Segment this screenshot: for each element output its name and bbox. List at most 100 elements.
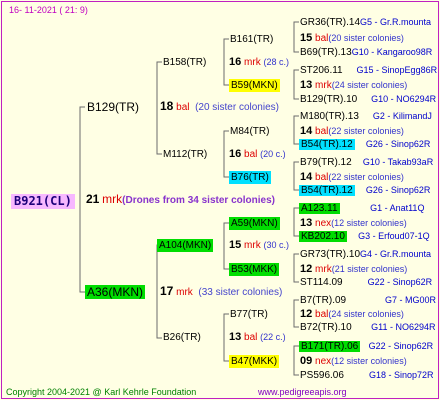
relation: bal [244,332,258,343]
pedigree-code: G1 - Anat11Q [370,203,425,213]
ancestor-row: GR73(TR).10G4 - Gr.R.mounta [300,248,431,261]
mating-row: 15 bal(20 sister colonies) [300,32,404,45]
colony-note: (30 c.) [263,240,289,250]
pedigree-code: G15 - SinopEgg86R [356,65,438,75]
pedigree-code: G22 - Sinop62R [367,277,433,287]
count: 13 [229,331,242,343]
relation: mrk [315,264,332,275]
queen-b47[interactable]: B47(MKK) [229,355,280,368]
pedigree-code: G4 - Gr.R.mounta [360,249,432,259]
root-queen[interactable]: B921(CL) [11,194,75,209]
ancestor-row: B54(TR).12 G26 - Sinop62R [299,138,430,151]
root-count: 21 [86,192,100,206]
relation: bal [315,126,329,137]
relation: nex [315,356,332,367]
queen-kb202[interactable]: KB202.10 [299,231,347,242]
copyright-text: Copyright 2004-2021 @ Karl Kehrle Founda… [6,387,197,397]
ancestor-row: ST114.09 G22 - Sinop62R [300,276,432,289]
queen-m112[interactable]: M112(TR) [163,148,207,161]
colony-note: (12 sister colonies) [331,356,407,366]
pedigree-code: G11 - NO6294R [371,322,436,332]
mating-m112: 16 bal (20 c.) [229,148,286,161]
colony-note: (22 sister colonies) [328,126,404,136]
colony-note: (21 sister colonies) [331,264,408,274]
queen-a59[interactable]: A59(MKN) [229,217,280,230]
site-link[interactable]: www.pedigreeapis.org [258,386,347,399]
queen-b77[interactable]: B77(TR) [230,308,268,321]
queen-b161[interactable]: B161(TR) [230,33,273,46]
root-drone-note: (Drones from 34 sister colonies) [122,195,275,206]
pedigree-page: { "header": { "date": "16- 11-2021 ( 21:… [0,0,440,400]
ancestor-row: B129(TR).10 G10 - NO6294R [300,93,436,106]
count: 15 [300,32,313,44]
mating-row: 14 bal(22 sister colonies) [300,171,404,184]
colony-note: (22 sister colonies) [328,172,404,182]
count: 12 [300,263,313,275]
queen-a36[interactable]: A36(MKN) [85,285,146,299]
mating-row: 14 bal(22 sister colonies) [300,125,404,138]
ancestor-row: ST206.11 G15 - SinopEgg86R [300,64,437,77]
queen-a104[interactable]: A104(MKN) [157,239,214,252]
colony-note: (12 sister colonies) [331,218,407,228]
relation: bal [244,149,258,160]
mating-row: 12 bal(24 sister colonies) [300,308,404,321]
queen-b59[interactable]: B59(MKN) [229,79,280,92]
count: 13 [300,217,313,229]
count: 17 [160,284,174,298]
queen-a123[interactable]: A123.11 [299,203,340,214]
count: 12 [300,308,313,320]
count: 18 [160,99,174,113]
count: 13 [300,79,313,91]
queen-ps596[interactable]: PS596.06 [300,370,344,381]
queen-m180[interactable]: M180(TR).13 [300,111,359,122]
queen-b171[interactable]: B171(TR).06 [299,341,361,352]
queen-st114[interactable]: ST114.09 [300,277,343,288]
queen-b158[interactable]: B158(TR) [163,56,206,69]
pedigree-code: G7 - MG00R [385,295,437,305]
colony-note: (20 sister colonies) [328,33,404,43]
report-date: 16- 11-2021 ( 21: 9) [9,5,88,15]
count: 16 [229,148,242,160]
queen-gr73[interactable]: GR73(TR).10 [300,249,360,260]
ancestor-row: B72(TR).10 G11 - NO6294R [300,321,436,334]
relation: mrk [176,287,193,298]
colony-note: (24 sister colonies) [331,80,408,90]
count: 14 [300,171,313,183]
mating-a36: 17 mrk (33 sister colonies) [160,285,282,299]
relation: mrk [315,80,332,91]
queen-b129[interactable]: B129(TR) [87,100,139,114]
count: 14 [300,125,313,137]
queen-b7[interactable]: B7(TR).09 [300,295,346,306]
relation: mrk [244,57,261,68]
pedigree-code: G22 - Sinop62R [368,341,434,351]
queen-b72[interactable]: B72(TR).10 [300,322,352,333]
colony-note: (33 sister colonies) [198,287,283,298]
queen-b54[interactable]: B54(TR).12 [299,139,355,150]
queen-b79[interactable]: B79(TR).12 [300,157,352,168]
queen-m84[interactable]: M84(TR) [230,125,269,138]
pedigree-code: G18 - Sinop72R [368,370,434,380]
pedigree-code: G10 - NO6294R [371,94,437,104]
mating-row: 09 nex(12 sister colonies) [300,355,407,368]
mating-row: 13 mrk(24 sister colonies) [300,79,407,92]
count: 16 [229,56,242,68]
colony-note: (28 c.) [263,57,289,67]
count: 09 [300,355,313,367]
queen-b53[interactable]: B53(MKK) [229,263,280,276]
pedigree-code: G26 - Sinop62R [365,185,431,195]
mating-b26: 13 bal (22 c.) [229,331,286,344]
queen-b76[interactable]: B76(TR) [229,171,271,184]
queen-b26[interactable]: B26(TR) [163,331,201,344]
relation: nex [315,218,332,229]
queen-b69[interactable]: B69(TR).13 [300,47,352,58]
relation: bal [176,102,190,113]
queen-gr36[interactable]: GR36(TR).14 [300,17,360,28]
queen-st206[interactable]: ST206.11 [300,65,343,76]
queen-b129-10[interactable]: B129(TR).10 [300,94,357,105]
queen-b54[interactable]: B54(TR).12 [299,185,355,196]
colony-note: (22 c.) [260,332,286,342]
mating-row: 13 nex(12 sister colonies) [300,217,407,230]
ancestor-row: M180(TR).13 G2 - KilimandJ [300,110,432,123]
ancestor-row: B54(TR).12 G26 - Sinop62R [299,184,430,197]
mating-b129: 18 bal (20 sister colonies) [160,100,279,114]
